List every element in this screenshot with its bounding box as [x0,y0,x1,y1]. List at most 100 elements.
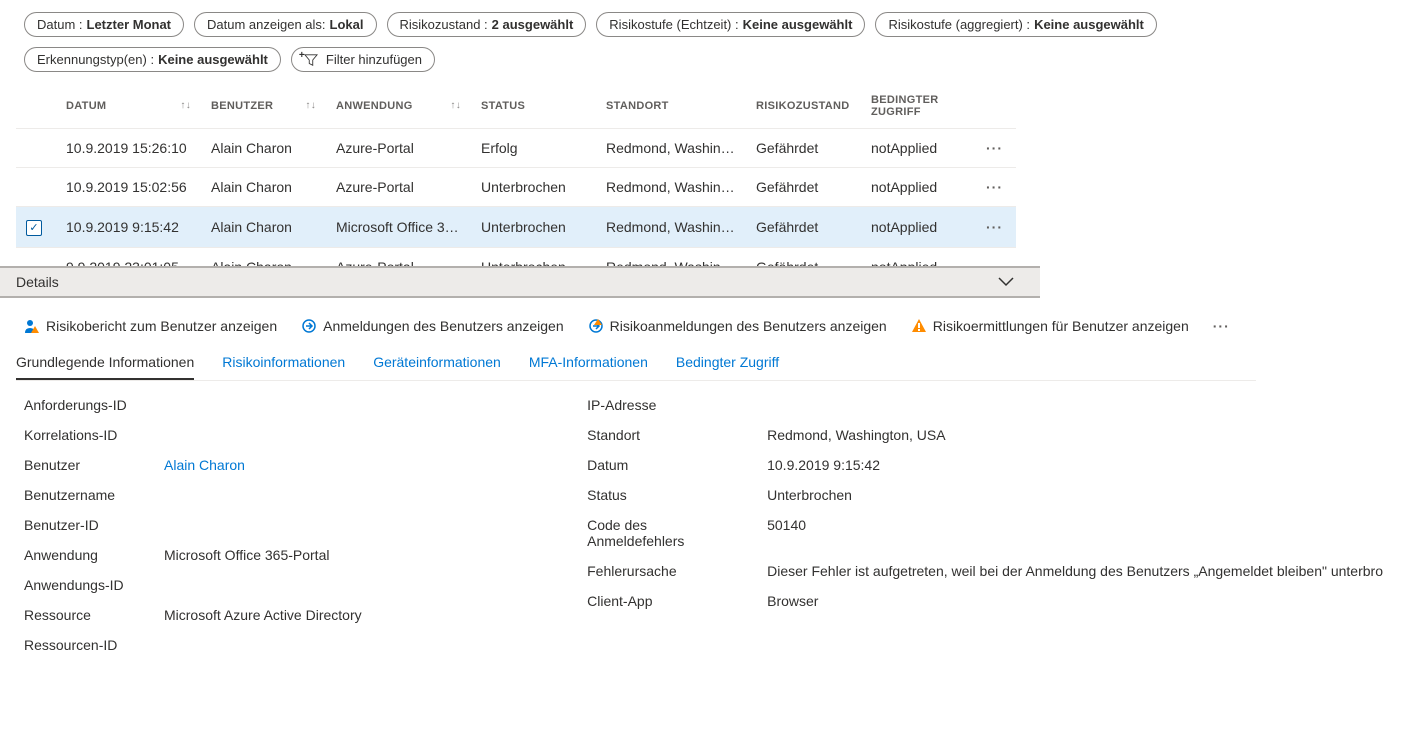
table-row[interactable]: 10.9.2019 15:26:10Alain CharonAzure-Port… [16,129,1016,168]
sort-icon: ↑↓ [305,100,316,111]
cell-cond: notApplied [861,129,976,168]
cell-status: Unterbrochen [471,247,596,266]
col-user[interactable]: Benutzer ↑↓ [201,86,326,129]
cell-date: 9.9.2019 23:01:05 [56,247,201,266]
value-location: Redmond, Washington, USA [767,427,1383,443]
details-bar[interactable]: Details [0,266,1040,298]
cell-status: Unterbrochen [471,168,596,207]
label-date: Datum [587,457,747,473]
col-user-label: Benutzer [211,100,273,112]
action-risk-detections[interactable]: Risikoermittlungen für Benutzer anzeigen [911,318,1189,334]
action-risk-signins[interactable]: Risikoanmeldungen des Benutzers anzeigen [588,318,887,334]
signins-table-wrap: Datum ↑↓ Benutzer ↑↓ Anwendung ↑↓ Status… [0,86,1407,266]
tab-risk-info[interactable]: Risikoinformationen [222,348,345,380]
value-date: 10.9.2019 9:15:42 [767,457,1383,473]
filter-risk-state[interactable]: Risikozustand : 2 ausgewählt [387,12,587,37]
cell-user: Alain Charon [201,129,326,168]
checkbox-checked-icon[interactable]: ✓ [26,220,42,236]
col-conditional[interactable]: Bedingter Zugriff [861,86,976,129]
row-checkbox-cell[interactable] [16,168,56,207]
tab-device-info[interactable]: Geräteinformationen [373,348,501,380]
chevron-down-icon[interactable] [998,274,1014,290]
filter-label: Risikostufe (Echtzeit) : [609,17,738,32]
risk-signin-icon [588,318,604,334]
table-row[interactable]: ✓10.9.2019 9:15:42Alain CharonMicrosoft … [16,207,1016,248]
tab-mfa-info[interactable]: MFA-Informationen [529,348,648,380]
label-ip: IP-Adresse [587,397,747,413]
ellipsis-icon: ··· [986,140,1003,156]
value-request-id [164,397,547,413]
label-app-id: Anwendungs-ID [24,577,144,593]
value-resource-id [164,637,547,653]
cell-status: Erfolg [471,129,596,168]
cell-risk: Gefährdet [746,168,861,207]
filter-show-date-as[interactable]: Datum anzeigen als: Lokal [194,12,376,37]
col-date[interactable]: Datum ↑↓ [56,86,201,129]
filter-label: Risikostufe (aggregiert) : [888,17,1030,32]
filter-label: Risikozustand : [400,17,488,32]
col-app[interactable]: Anwendung ↑↓ [326,86,471,129]
tab-conditional-access[interactable]: Bedingter Zugriff [676,348,779,380]
row-checkbox-cell[interactable]: ✓ [16,207,56,248]
cell-user: Alain Charon [201,207,326,248]
tab-basic-info[interactable]: Grundlegende Informationen [16,348,194,380]
value-user-link[interactable]: Alain Charon [164,457,547,473]
value-ip [767,397,1383,413]
row-more-button[interactable]: ··· [976,129,1016,168]
label-username: Benutzername [24,487,144,503]
col-risk-state[interactable]: Risikozustand [746,86,861,129]
ellipsis-icon: ··· [986,179,1003,195]
filter-bar: Datum : Letzter Monat Datum anzeigen als… [0,0,1407,72]
col-location-label: Standort [606,100,669,112]
label-error-code: Code des Anmeldefehlers [587,517,747,549]
filter-value: Keine ausgewählt [158,52,268,67]
cell-date: 10.9.2019 15:02:56 [56,168,201,207]
value-status: Unterbrochen [767,487,1383,503]
add-filter-button[interactable]: + Filter hinzufügen [291,47,435,72]
details-title: Details [16,274,59,290]
value-error-code: 50140 [767,517,1383,549]
sort-icon: ↑↓ [180,100,191,111]
cell-date: 10.9.2019 9:15:42 [56,207,201,248]
value-client-app: Browser [767,593,1383,609]
row-checkbox-cell[interactable] [16,247,56,266]
filter-value: Keine ausgewählt [1034,17,1144,32]
sort-icon: ↑↓ [450,100,461,111]
filter-risk-aggregated[interactable]: Risikostufe (aggregiert) : Keine ausgewä… [875,12,1156,37]
action-risk-report[interactable]: Risikobericht zum Benutzer anzeigen [24,318,277,334]
row-more-button[interactable]: ··· [976,168,1016,207]
col-conditional-label: Bedingter Zugriff [871,94,938,118]
filter-label: Datum anzeigen als: [207,17,326,32]
filter-risk-realtime[interactable]: Risikostufe (Echtzeit) : Keine ausgewähl… [596,12,865,37]
table-row[interactable]: 10.9.2019 15:02:56Alain CharonAzure-Port… [16,168,1016,207]
row-more-button[interactable]: ··· [976,247,1016,266]
col-status[interactable]: Status [471,86,596,129]
row-checkbox-cell[interactable] [16,129,56,168]
cell-user: Alain Charon [201,168,326,207]
more-actions-button[interactable]: ··· [1213,318,1230,334]
col-app-label: Anwendung [336,100,413,112]
col-location[interactable]: Standort [596,86,746,129]
col-more [976,86,1016,129]
filter-detection-types[interactable]: Erkennungstyp(en) : Keine ausgewählt [24,47,281,72]
cell-app: Azure-Portal [326,247,471,266]
cell-risk: Gefährdet [746,247,861,266]
cell-risk: Gefährdet [746,129,861,168]
filter-label: Datum : [37,17,83,32]
label-resource: Ressource [24,607,144,623]
filter-date[interactable]: Datum : Letzter Monat [24,12,184,37]
label-user-id: Benutzer-ID [24,517,144,533]
ellipsis-icon: ··· [986,219,1003,235]
label-user: Benutzer [24,457,144,473]
cell-app: Azure-Portal [326,129,471,168]
action-user-signins[interactable]: Anmeldungen des Benutzers anzeigen [301,318,564,334]
value-app: Microsoft Office 365-Portal [164,547,547,563]
label-request-id: Anforderungs-ID [24,397,144,413]
label-status: Status [587,487,747,503]
table-row[interactable]: 9.9.2019 23:01:05Alain CharonAzure-Porta… [16,247,1016,266]
cell-location: Redmond, Washing... [596,129,746,168]
value-app-id [164,577,547,593]
cell-status: Unterbrochen [471,207,596,248]
row-more-button[interactable]: ··· [976,207,1016,248]
label-correlation-id: Korrelations-ID [24,427,144,443]
